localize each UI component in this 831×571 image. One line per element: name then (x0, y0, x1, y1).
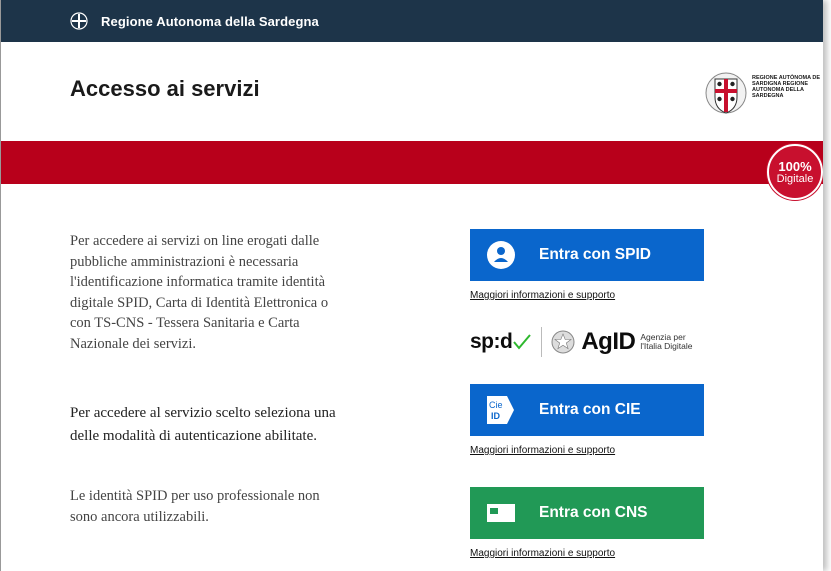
instruction-paragraph: Per accedere al servizio scelto selezion… (70, 405, 336, 444)
intro-paragraph: Per accedere ai servizi on line erogati … (70, 233, 329, 352)
badge-percent: 100% (778, 158, 812, 174)
spid-check-icon (513, 334, 532, 350)
logo-separator (541, 327, 543, 357)
italian-republic-emblem-icon (551, 330, 575, 354)
svg-text:Cie: Cie (489, 400, 503, 410)
region-title[interactable]: Regione Autonoma della Sardegna (101, 14, 319, 29)
card-icon (485, 497, 517, 529)
cie-help-link[interactable]: Maggiori informazioni e supporto (470, 445, 615, 456)
page-header: Accesso ai servizi REGIONE AUTÒNOMA DE S… (1, 42, 823, 141)
spid-login-button[interactable]: Entra con SPID (470, 229, 704, 281)
top-bar: Regione Autonoma della Sardegna (1, 0, 823, 42)
cns-button-label: Entra con CNS (539, 504, 648, 521)
cie-id-icon: Cie ID (485, 394, 517, 426)
notice-paragraph: Le identità SPID per uso professionale n… (70, 488, 320, 525)
svg-text:ID: ID (491, 411, 501, 421)
digital-badge: 100% Digitale (767, 144, 823, 200)
red-banner (1, 141, 823, 184)
page-frame: Regione Autonoma della Sardegna Accesso … (0, 0, 823, 571)
agid-subtitle: Agenzia per l'Italia Digitale (640, 332, 693, 351)
agid-logo: AgID (581, 328, 636, 355)
spid-logo: sp:d (470, 330, 513, 353)
spid-help-link[interactable]: Maggiori informazioni e supporto (470, 290, 615, 301)
badge-label: Digitale (776, 172, 814, 185)
page-title: Accesso ai servizi (70, 76, 260, 101)
cns-help-link[interactable]: Maggiori informazioni e supporto (470, 548, 615, 559)
sardinia-emblem-icon (70, 12, 88, 30)
spid-user-icon (485, 239, 517, 271)
region-logo-text: REGIONE AUTÒNOMA DE SARDIGNA REGIONE AUT… (752, 75, 821, 99)
spid-agid-logos: sp:d AgID Agenzia per l'Italia Digitale (470, 324, 710, 360)
cns-login-button[interactable]: Entra con CNS (470, 487, 704, 539)
cie-button-label: Entra con CIE (539, 401, 641, 418)
cie-login-button[interactable]: Cie ID Entra con CIE (470, 384, 704, 436)
spid-button-label: Entra con SPID (539, 246, 651, 263)
region-crest-icon (705, 72, 747, 114)
